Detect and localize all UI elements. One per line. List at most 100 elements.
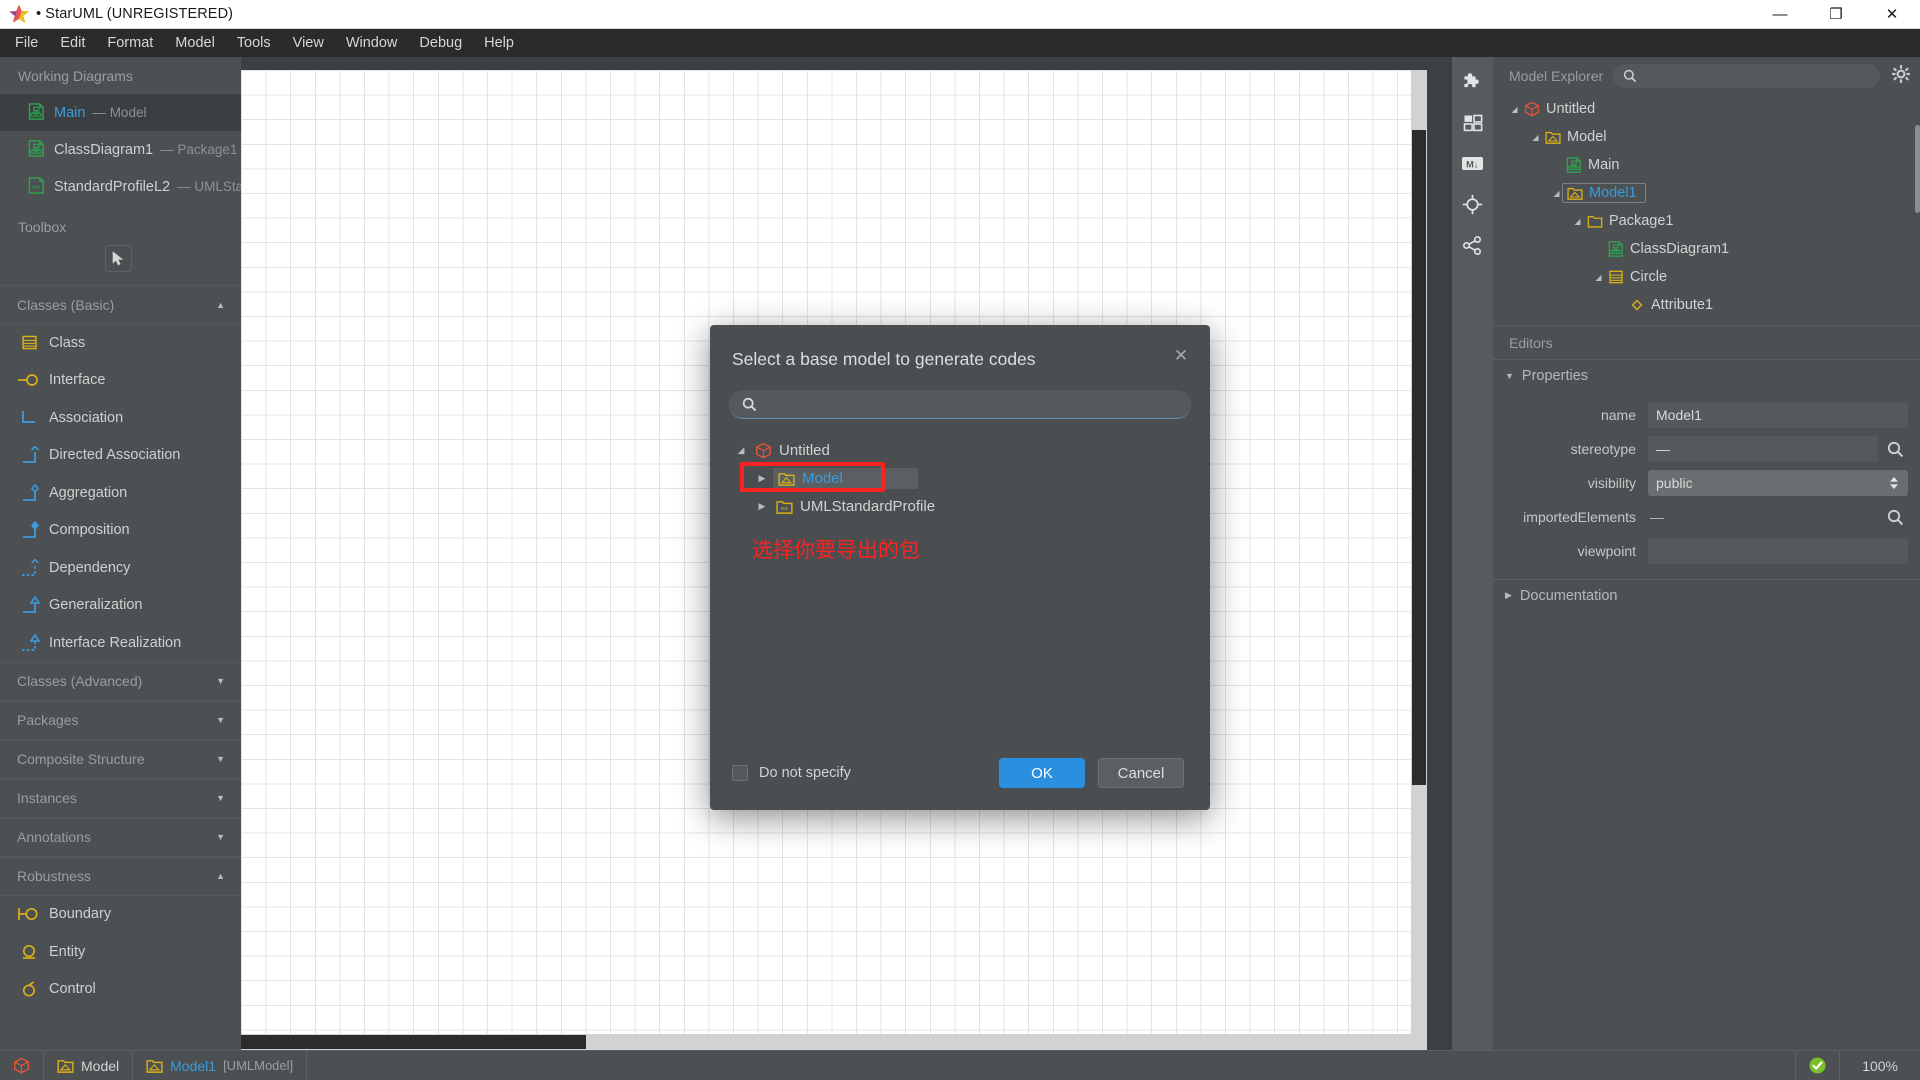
menu-item-window[interactable]: Window	[335, 32, 409, 54]
canvas-vertical-scroll-thumb[interactable]	[1412, 130, 1426, 785]
explorer-tree-node[interactable]: ◢ Model1	[1493, 179, 1920, 207]
chevron-down-icon: ▼	[216, 715, 225, 725]
checkbox-box[interactable]	[732, 765, 748, 781]
toolbox-item-boundary[interactable]: Boundary	[0, 896, 241, 934]
dialog-model-tree[interactable]: ◢ Untitled ▶ Model ▶ «» UMLStandardProfile	[730, 436, 1210, 520]
toolbox-item-directed-association[interactable]: Directed Association	[0, 437, 241, 475]
editors-title: Editors	[1493, 325, 1920, 359]
toolbox-item-aggregation[interactable]: Aggregation	[0, 474, 241, 512]
menu-item-help[interactable]: Help	[473, 32, 525, 54]
menu-item-debug[interactable]: Debug	[408, 32, 473, 54]
validation-status[interactable]	[1795, 1050, 1839, 1080]
explorer-tree-node[interactable]: Main	[1493, 151, 1920, 179]
model-explorer-header: Model Explorer	[1493, 57, 1920, 95]
model-explorer-tree[interactable]: ◢ Untitled ◢ Model Main ◢ Model1 ◢ Package1 …	[1493, 95, 1920, 325]
explorer-tree-node[interactable]: ◢ Untitled	[1493, 95, 1920, 123]
status-breadcrumb-label: Model	[81, 1057, 120, 1074]
toolbox-group-classes-basic[interactable]: Classes (Basic) ▲	[0, 285, 241, 324]
interface-realization-icon	[16, 633, 42, 653]
toolbox-group-packages[interactable]: Packages ▼	[0, 700, 241, 740]
stepper-updown-icon[interactable]	[1888, 475, 1900, 491]
model-icon	[57, 1057, 74, 1074]
maximize-button[interactable]: ❐	[1808, 0, 1864, 29]
tree-expand-arrow-icon[interactable]: ◢	[1570, 217, 1585, 226]
explorer-tree-node[interactable]: ◢ Model	[1493, 123, 1920, 151]
cancel-button[interactable]: Cancel	[1098, 758, 1184, 788]
toolbox-group-robustness[interactable]: Robustness ▲	[0, 856, 241, 896]
tree-expand-arrow-icon[interactable]: ◢	[1591, 273, 1606, 282]
working-diagram-item[interactable]: «» StandardProfileL2 — UMLSta	[0, 168, 241, 205]
tree-expand-arrow-icon[interactable]: ◢	[1528, 133, 1543, 142]
ok-button[interactable]: OK	[999, 758, 1085, 788]
property-search-button[interactable]	[1882, 441, 1908, 458]
composition-icon	[23, 521, 39, 539]
tree-expand-arrow-icon[interactable]: ▶	[751, 501, 773, 512]
do-not-specify-checkbox[interactable]: Do not specify	[732, 765, 851, 781]
zoom-level[interactable]: 100%	[1839, 1050, 1920, 1080]
class-diagram-icon	[28, 102, 44, 120]
toolbox-item-interface[interactable]: Interface	[0, 362, 241, 400]
property-search-button[interactable]	[1882, 509, 1908, 526]
dialog-tree-node[interactable]: ◢ Untitled	[730, 436, 1210, 464]
toolbox-item-dependency[interactable]: Dependency	[0, 549, 241, 587]
tree-expand-arrow-icon[interactable]: ◢	[1507, 105, 1522, 114]
explorer-tree-node[interactable]: Attribute1	[1493, 291, 1920, 319]
canvas-horizontal-scroll-thumb[interactable]	[241, 1035, 586, 1049]
explorer-tree-node[interactable]: ◢ Package1	[1493, 207, 1920, 235]
properties-section-header[interactable]: ▼ Properties	[1493, 359, 1920, 391]
working-diagram-item[interactable]: ClassDiagram1 — Package1	[0, 131, 241, 168]
status-breadcrumb-item[interactable]	[0, 1050, 44, 1080]
property-input-visibility[interactable]: public	[1648, 470, 1908, 496]
puzzle-extension-icon[interactable]	[1456, 66, 1490, 97]
markdown-icon[interactable]: M↓	[1456, 148, 1490, 179]
gear-icon[interactable]	[1892, 64, 1910, 88]
toolbox-item-association[interactable]: Association	[0, 399, 241, 437]
canvas-vertical-scrollbar[interactable]	[1411, 70, 1427, 1034]
toolbox-group-classes-advanced[interactable]: Classes (Advanced) ▼	[0, 661, 241, 701]
model-explorer-scroll-thumb[interactable]	[1915, 125, 1920, 213]
menu-item-view[interactable]: View	[282, 32, 335, 54]
tree-expand-arrow-icon[interactable]: ▶	[751, 473, 773, 484]
explorer-node-label: Model1	[1589, 185, 1637, 201]
toolbox-item-generalization[interactable]: Generalization	[0, 587, 241, 625]
status-breadcrumb-label: Model1	[170, 1057, 217, 1074]
toolbox-group-composite-structure[interactable]: Composite Structure ▼	[0, 739, 241, 779]
toolbox-group-instances[interactable]: Instances ▼	[0, 778, 241, 818]
property-input-stereotype[interactable]: —	[1648, 436, 1878, 462]
toolbox-item-interface-realization[interactable]: Interface Realization	[0, 624, 241, 662]
tree-collapse-arrow-icon[interactable]: ◢	[730, 445, 752, 456]
dialog-tree-node[interactable]: ▶ «» UMLStandardProfile	[730, 492, 1210, 520]
property-input-name[interactable]: Model1	[1648, 402, 1908, 428]
status-breadcrumb-item[interactable]: Model1 [UMLModel]	[133, 1050, 308, 1080]
menu-item-format[interactable]: Format	[96, 32, 164, 54]
target-crosshair-icon[interactable]	[1456, 189, 1490, 220]
project-cube-icon	[752, 442, 774, 459]
toolbox-item-control[interactable]: Control	[0, 971, 241, 1009]
toolbox-item-composition[interactable]: Composition	[0, 512, 241, 550]
menu-item-file[interactable]: File	[4, 32, 49, 54]
toolbox-item-entity[interactable]: Entity	[0, 933, 241, 971]
menu-item-model[interactable]: Model	[164, 32, 226, 54]
close-button[interactable]: ✕	[1864, 0, 1920, 29]
menu-item-edit[interactable]: Edit	[49, 32, 96, 54]
status-breadcrumb-item[interactable]: Model	[44, 1050, 134, 1080]
explorer-tree-node[interactable]: ◢ Circle	[1493, 263, 1920, 291]
panels-layout-icon[interactable]	[1456, 107, 1490, 138]
toolbox-group-annotations[interactable]: Annotations ▼	[0, 817, 241, 857]
property-input-viewpoint[interactable]	[1648, 538, 1908, 564]
dialog-close-button[interactable]: ✕	[1170, 345, 1192, 367]
explorer-tree-node[interactable]: ClassDiagram1	[1493, 235, 1920, 263]
menu-item-tools[interactable]: Tools	[226, 32, 282, 54]
model-explorer-search[interactable]	[1613, 64, 1880, 88]
explorer-node-label: Circle	[1630, 269, 1668, 285]
pointer-tool-button[interactable]	[105, 245, 132, 272]
working-diagram-item[interactable]: Main — Model	[0, 94, 241, 131]
toolbox-item-class[interactable]: Class	[0, 324, 241, 362]
share-icon[interactable]	[1456, 230, 1490, 261]
minimize-button[interactable]: —	[1752, 0, 1808, 29]
property-value: —	[1656, 441, 1670, 457]
dialog-search-input[interactable]	[729, 390, 1191, 419]
canvas-horizontal-scrollbar[interactable]	[241, 1034, 1411, 1050]
documentation-section-header[interactable]: ▶ Documentation	[1493, 579, 1920, 611]
dialog-tree-node[interactable]: ▶ Model	[730, 464, 1210, 492]
